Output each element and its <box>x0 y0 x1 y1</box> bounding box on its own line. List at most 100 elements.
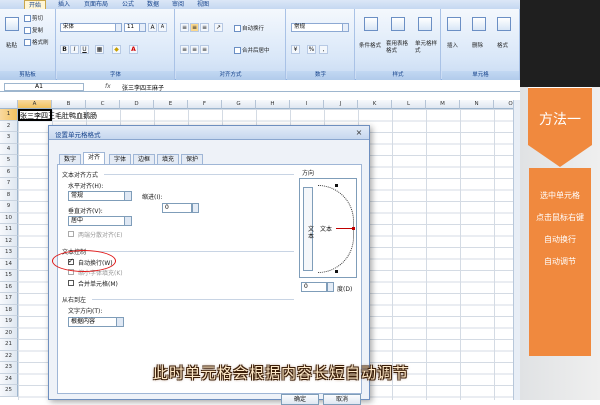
orientation-control[interactable]: 文本 文本 <box>299 178 357 278</box>
column-header[interactable]: F <box>188 100 222 109</box>
delete-cells-button[interactable]: 删除 <box>472 41 483 49</box>
row-header[interactable]: 22 <box>0 350 18 362</box>
tab-protection[interactable]: 保护 <box>181 154 204 164</box>
align-left-button[interactable]: ≡ <box>180 45 189 54</box>
row-header[interactable]: 8 <box>0 189 18 201</box>
close-icon[interactable]: × <box>353 128 365 138</box>
degrees-spinner[interactable] <box>327 282 334 292</box>
row-header[interactable]: 3 <box>0 132 18 144</box>
row-header[interactable]: 20 <box>0 327 18 339</box>
column-header[interactable]: G <box>222 100 256 109</box>
row-header[interactable]: 18 <box>0 304 18 316</box>
tab-number[interactable]: 数字 <box>59 154 82 164</box>
copy-button[interactable]: 复制 <box>24 26 43 34</box>
row-header[interactable]: 10 <box>0 212 18 224</box>
horizontal-select[interactable]: 常规 <box>68 191 132 201</box>
row-header[interactable]: 5 <box>0 155 18 167</box>
align-bottom-button[interactable]: ≡ <box>200 23 209 32</box>
percent-button[interactable]: % <box>307 45 316 54</box>
text-direction-select[interactable]: 根据内容 <box>68 317 124 327</box>
vertical-text-box[interactable]: 文本 <box>303 187 314 271</box>
italic-button[interactable]: I <box>70 45 79 54</box>
grow-font-button[interactable]: A <box>148 23 157 32</box>
row-header[interactable]: 7 <box>0 178 18 190</box>
shrink-font-button[interactable]: A <box>158 23 167 32</box>
tab-formulas[interactable]: 公式 <box>118 0 138 9</box>
dialog-titlebar[interactable]: 设置单元格格式 × <box>49 126 369 140</box>
justify-distributed-checkbox[interactable] <box>68 231 74 237</box>
border-button[interactable]: ▦ <box>95 45 104 54</box>
merge-cells-checkbox[interactable] <box>68 280 74 286</box>
row-header[interactable]: 24 <box>0 373 18 385</box>
tab-border[interactable]: 边框 <box>133 154 156 164</box>
tab-review[interactable]: 审阅 <box>168 0 188 9</box>
wrap-text-button[interactable]: 自动换行 <box>234 24 264 32</box>
row-header[interactable]: 14 <box>0 258 18 270</box>
column-header[interactable]: D <box>120 100 154 109</box>
vertical-scrollbar[interactable] <box>513 100 520 400</box>
row-header[interactable]: 11 <box>0 224 18 236</box>
cut-button[interactable]: 剪切 <box>24 14 43 22</box>
column-header[interactable]: B <box>52 100 86 109</box>
row-header[interactable]: 19 <box>0 316 18 328</box>
indent-input[interactable]: 0 <box>162 203 192 213</box>
insert-cells-button[interactable]: 插入 <box>447 41 458 49</box>
vertical-select[interactable]: 居中 <box>68 216 132 226</box>
align-middle-button[interactable]: ≡ <box>190 23 199 32</box>
row-header[interactable]: 6 <box>0 166 18 178</box>
row-header[interactable]: 25 <box>0 385 18 397</box>
row-header[interactable]: 15 <box>0 270 18 282</box>
merge-center-button[interactable]: 合并后居中 <box>234 46 270 54</box>
tab-font[interactable]: 字体 <box>109 154 132 164</box>
column-header[interactable]: E <box>154 100 188 109</box>
select-all-corner[interactable] <box>0 100 18 109</box>
align-top-button[interactable]: ≡ <box>180 23 189 32</box>
row-header[interactable]: 1 <box>0 109 18 121</box>
conditional-format-button[interactable]: 条件格式 <box>359 41 381 49</box>
align-right-button[interactable]: ≡ <box>200 45 209 54</box>
column-header[interactable]: N <box>460 100 494 109</box>
paste-button[interactable]: 粘贴 <box>6 41 17 49</box>
font-name-select[interactable]: 宋体 <box>60 23 122 32</box>
row-header[interactable]: 16 <box>0 281 18 293</box>
bold-button[interactable]: B <box>60 45 69 54</box>
tab-insert[interactable]: 插入 <box>54 0 74 9</box>
cell-styles-button[interactable]: 单元格样式 <box>415 41 439 55</box>
format-cells-button[interactable]: 格式 <box>497 41 508 49</box>
name-box[interactable]: A1 <box>4 83 84 91</box>
column-header[interactable]: A <box>18 100 52 109</box>
tab-page-layout[interactable]: 页面布局 <box>80 0 112 9</box>
formula-input[interactable]: 张三李四王麻子 <box>122 83 164 92</box>
row-header[interactable]: 4 <box>0 143 18 155</box>
font-size-select[interactable]: 11 <box>124 23 146 32</box>
row-header[interactable]: 2 <box>0 120 18 132</box>
number-format-select[interactable]: 常规 <box>291 23 349 32</box>
column-header[interactable]: J <box>324 100 358 109</box>
row-header[interactable]: 13 <box>0 247 18 259</box>
column-header[interactable]: L <box>392 100 426 109</box>
fill-color-button[interactable]: ◆ <box>112 45 121 54</box>
column-header[interactable]: C <box>86 100 120 109</box>
tab-data[interactable]: 数据 <box>143 0 163 9</box>
underline-button[interactable]: U <box>80 45 89 54</box>
row-header[interactable]: 21 <box>0 339 18 351</box>
column-header[interactable]: H <box>256 100 290 109</box>
column-header[interactable]: I <box>290 100 324 109</box>
currency-button[interactable]: ¥ <box>291 45 300 54</box>
fx-icon[interactable]: fx <box>105 83 111 90</box>
row-header[interactable]: 17 <box>0 293 18 305</box>
row-header[interactable]: 23 <box>0 362 18 374</box>
orientation-button[interactable]: ↗ <box>214 23 223 32</box>
comma-button[interactable]: , <box>319 45 328 54</box>
row-header[interactable]: 12 <box>0 235 18 247</box>
column-header[interactable]: M <box>426 100 460 109</box>
tab-home[interactable]: 开始 <box>24 0 47 9</box>
tab-fill[interactable]: 填充 <box>157 154 180 164</box>
font-color-button[interactable]: A <box>129 45 138 54</box>
column-header[interactable]: K <box>358 100 392 109</box>
align-center-button[interactable]: ≡ <box>190 45 199 54</box>
degrees-input[interactable]: 0 <box>301 282 327 292</box>
tab-view[interactable]: 视图 <box>193 0 213 9</box>
row-header[interactable]: 9 <box>0 201 18 213</box>
format-painter-button[interactable]: 格式刷 <box>24 38 49 46</box>
